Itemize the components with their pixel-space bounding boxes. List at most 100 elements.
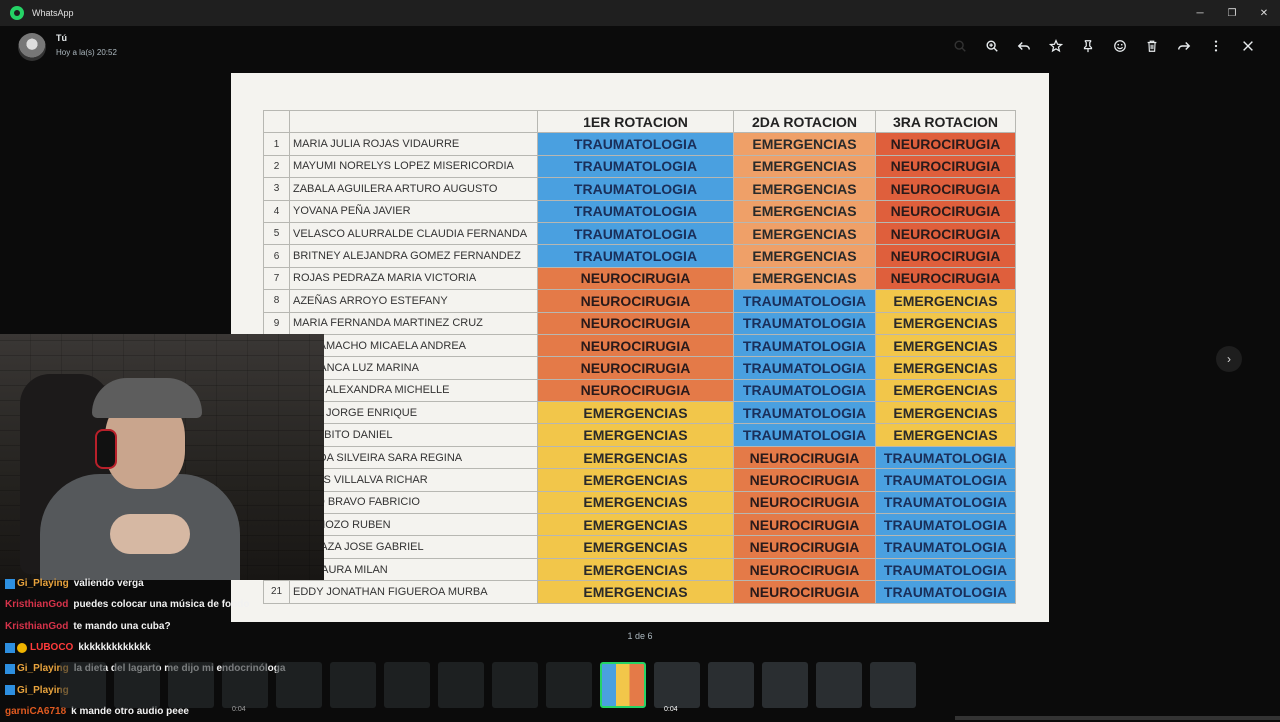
chat-username[interactable]: LUBOCO <box>30 642 73 653</box>
badge-icon <box>5 578 15 589</box>
rotation-3-cell: TRAUMATOLOGIA <box>875 535 1016 559</box>
rotation-3-cell: EMERGENCIAS <box>875 289 1016 313</box>
row-number: 3 <box>263 177 290 201</box>
rotation-3-cell: NEUROCIRUGIA <box>875 244 1016 268</box>
table-row: 5 VELASCO ALURRALDE CLAUDIA FERNANDA TRAUM… <box>263 221 1016 246</box>
rotation-3-cell: NEUROCIRUGIA <box>875 154 1016 179</box>
table-row: NI APAZA JOSE GABRIEL EMERGENCIAS NEUROCIR… <box>263 535 1016 559</box>
table-row: LIA MAURA MILAN EMERGENCIAS NEUROCIRUGIA TR… <box>263 557 1016 582</box>
photo-thumbnail[interactable] <box>600 662 646 708</box>
photo-thumbnail[interactable] <box>114 662 160 708</box>
photo-thumbnail[interactable] <box>168 662 214 708</box>
chat-text: puedes colocar una música de fondo <box>73 599 250 611</box>
student-name: AZEÑAS ARROYO ESTEFANY <box>289 289 538 313</box>
media-counter: 1 de 6 <box>627 631 653 641</box>
rotation-1-cell: EMERGENCIAS <box>537 445 734 470</box>
forward-button[interactable] <box>1168 36 1200 56</box>
photo-thumbnail[interactable] <box>762 662 808 708</box>
avatar[interactable] <box>18 33 46 61</box>
photo-thumbnail[interactable] <box>708 662 754 708</box>
table-row: GARABITO DANIEL EMERGENCIAS TRAUMATOLOGIA E… <box>263 423 1016 447</box>
scrollbar[interactable] <box>955 716 1280 720</box>
rotation-2-cell: TRAUMATOLOGIA <box>733 333 876 358</box>
photo-thumbnail[interactable] <box>492 662 538 708</box>
rotation-2-cell: TRAUMATOLOGIA <box>733 423 876 447</box>
row-number: 5 <box>263 221 290 246</box>
rotation-2-cell: EMERGENCIAS <box>733 177 876 201</box>
row-number: 2 <box>263 154 290 179</box>
rotation-2-cell: NEUROCIRUGIA <box>733 468 876 492</box>
more-options-button[interactable] <box>1200 36 1232 56</box>
minimize-button[interactable]: ─ <box>1184 0 1216 26</box>
student-name: ZABALA AGUILERA ARTURO AUGUSTO <box>289 177 538 201</box>
photo-thumbnail[interactable] <box>546 662 592 708</box>
rotation-1-cell: EMERGENCIAS <box>537 468 734 492</box>
forward-icon <box>1178 42 1191 50</box>
rotation-3-cell: EMERGENCIAS <box>875 401 1016 425</box>
media-image[interactable]: 1ER ROTACION 2DA ROTACION 3RA ROTACION 1… <box>231 73 1049 622</box>
rotation-2-cell: TRAUMATOLOGIA <box>733 401 876 425</box>
rotation-3-cell: TRAUMATOLOGIA <box>875 468 1016 492</box>
rotation-1-cell: EMERGENCIAS <box>537 557 734 582</box>
media-thumbnail-strip: 0:04 0:04 <box>60 662 916 713</box>
video-thumbnail[interactable]: 0:04 <box>654 662 700 713</box>
table-row: 7 ROJAS PEDRAZA MARIA VICTORIA NEUROCIRUGI… <box>263 266 1016 291</box>
emoji-icon <box>1114 40 1126 52</box>
chat-text: kkkkkkkkkkkkk <box>78 642 151 654</box>
table-row: VEGA JORGE ENRIQUE EMERGENCIAS TRAUMATOLOG… <box>263 401 1016 425</box>
zoom-button[interactable] <box>976 36 1008 56</box>
rotation-1-cell: TRAUMATOLOGIA <box>537 177 734 201</box>
rotation-3-cell: NEUROCIRUGIA <box>875 266 1016 291</box>
photo-thumbnail[interactable] <box>330 662 376 708</box>
search-button[interactable] <box>944 36 976 56</box>
rotation-2-cell: EMERGENCIAS <box>733 244 876 268</box>
photo-thumbnail[interactable] <box>870 662 916 708</box>
column-header <box>263 109 290 134</box>
column-header: 2DA ROTACION <box>733 109 876 134</box>
rotation-2-cell: EMERGENCIAS <box>733 132 876 156</box>
star-button[interactable] <box>1040 36 1072 56</box>
student-name: BRITNEY ALEJANDRA GOMEZ FERNANDEZ <box>289 244 538 268</box>
row-number: 9 <box>263 311 290 335</box>
student-name: MARIA JULIA ROJAS VIDAURRE <box>289 132 538 156</box>
photo-thumbnail[interactable]: 0:04 <box>222 662 268 713</box>
photo-thumbnail[interactable] <box>438 662 484 708</box>
rotation-2-cell: NEUROCIRUGIA <box>733 490 876 515</box>
photo-thumbnail[interactable] <box>276 662 322 708</box>
emoji-button[interactable] <box>1104 36 1136 56</box>
badge-icon <box>5 663 15 674</box>
rotation-1-cell: NEUROCIRUGIA <box>537 333 734 358</box>
table-row: 9 MARIA FERNANDA MARTINEZ CRUZ NEUROCIRUGI… <box>263 311 1016 335</box>
photo-thumbnail[interactable] <box>384 662 430 708</box>
headset <box>95 429 117 469</box>
chat-username[interactable]: KristhianGod <box>5 599 68 610</box>
delete-icon <box>1147 40 1157 52</box>
next-media-button[interactable]: › <box>1216 346 1242 372</box>
close-viewer-button[interactable] <box>1232 36 1264 56</box>
rotation-3-cell: TRAUMATOLOGIA <box>875 513 1016 537</box>
chevron-right-icon: › <box>1227 352 1231 366</box>
restore-button[interactable]: ❐ <box>1216 0 1248 26</box>
rotation-3-cell: NEUROCIRUGIA <box>875 199 1016 223</box>
table-row: RANO BRAVO FABRICIO EMERGENCIAS NEUROCIRUG… <box>263 490 1016 515</box>
photo-thumbnail[interactable] <box>60 662 106 708</box>
chat-username[interactable]: Gi_Playing <box>17 578 69 589</box>
rotation-1-cell: NEUROCIRUGIA <box>537 311 734 335</box>
rotation-2-cell: EMERGENCIAS <box>733 154 876 179</box>
rotation-1-cell: NEUROCIRUGIA <box>537 378 734 403</box>
reply-button[interactable] <box>1008 36 1040 56</box>
student-name: VELASCO ALURRALDE CLAUDIA FERNANDA <box>289 221 538 246</box>
chat-username[interactable]: garniCA6718 <box>5 706 66 717</box>
table-row: OSA DA SILVEIRA SARA REGINA EMERGENCIAS NE… <box>263 445 1016 470</box>
delete-button[interactable] <box>1136 36 1168 56</box>
pin-button[interactable] <box>1072 36 1104 56</box>
rotation-1-cell: EMERGENCIAS <box>537 423 734 447</box>
video-duration: 0:04 <box>664 706 678 713</box>
rotation-1-cell: TRAUMATOLOGIA <box>537 154 734 179</box>
student-name: RANO BRAVO FABRICIO <box>289 490 538 515</box>
close-window-button[interactable]: ✕ <box>1248 0 1280 26</box>
badge-icon <box>5 642 15 653</box>
student-name: CA CAMACHO MICAELA ANDREA <box>289 333 538 358</box>
photo-thumbnail[interactable] <box>816 662 862 708</box>
student-name: S HUANCA LUZ MARINA <box>289 356 538 380</box>
